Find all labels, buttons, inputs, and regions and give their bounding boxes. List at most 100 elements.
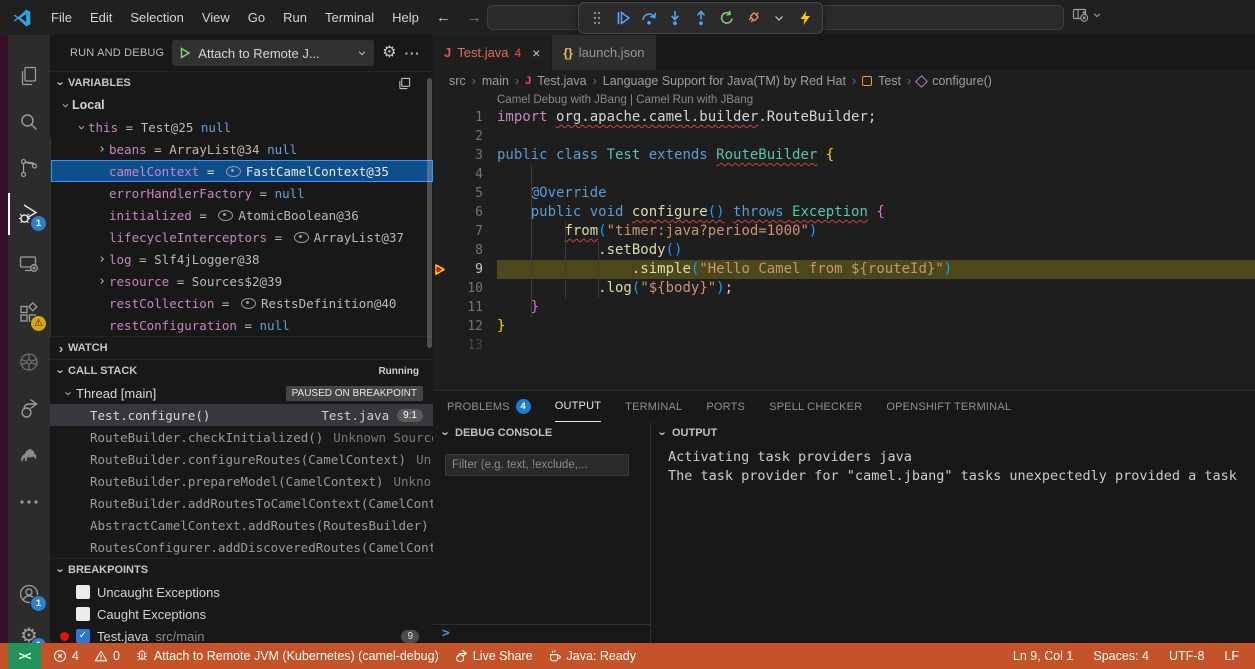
panel-tab-problems[interactable]: PROBLEMS4	[447, 392, 531, 422]
code-line[interactable]: 5 @Override	[433, 184, 1255, 203]
paused-breakpoint-icon[interactable]	[433, 260, 447, 279]
breakpoint-row[interactable]: ✓Test.javasrc/main9	[50, 625, 433, 643]
hot-code-replace-icon[interactable]	[792, 6, 817, 30]
variables-row[interactable]: Local	[50, 94, 433, 116]
variables-row[interactable]: log = Slf4jLogger@38	[50, 248, 433, 270]
breakpoints-section-header[interactable]: BREAKPOINTS	[50, 558, 433, 581]
code-line[interactable]: 7 from("timer:java?period=1000")	[433, 222, 1255, 241]
code-line[interactable]: 2	[433, 127, 1255, 146]
search-icon[interactable]	[8, 101, 50, 143]
variables-row[interactable]: beans = ArrayList@34 null	[50, 138, 433, 160]
statusbar-utf-8[interactable]: UTF-8	[1169, 649, 1204, 663]
panel-tab-output[interactable]: OUTPUT	[555, 391, 601, 422]
menu-item-view[interactable]: View	[193, 0, 239, 35]
lazy-eval-eye-icon[interactable]	[241, 298, 256, 309]
breadcrumb-item[interactable]: Test	[878, 74, 901, 88]
breadcrumb-item[interactable]: Language Support for Java(TM) by Red Hat	[603, 74, 846, 88]
kubernetes-icon[interactable]	[8, 341, 50, 383]
run-and-debug-icon[interactable]: 1	[8, 193, 50, 235]
code-line[interactable]: 12}	[433, 317, 1255, 336]
variables-row[interactable]: lifecycleInterceptors = ArrayList@37	[50, 226, 433, 248]
callstack-frame[interactable]: Test.configure()Test.java9:1	[50, 404, 433, 426]
menu-item-terminal[interactable]: Terminal	[316, 0, 383, 35]
breadcrumb-item[interactable]: src	[449, 74, 466, 88]
breadcrumb-item[interactable]: Test.java	[537, 74, 586, 88]
panel-tab-spell-checker[interactable]: SPELL CHECKER	[769, 392, 862, 422]
panel-tab-terminal[interactable]: TERMINAL	[625, 392, 682, 422]
lazy-eval-eye-icon[interactable]	[226, 166, 241, 177]
output-header[interactable]: OUTPUT	[650, 422, 1255, 444]
nav-forward-icon[interactable]: →	[459, 9, 490, 26]
debug-settings-gear-icon[interactable]: ⚙	[382, 43, 396, 63]
gripper-icon[interactable]	[584, 6, 609, 30]
code-line[interactable]: 1import org.apache.camel.builder.RouteBu…	[433, 108, 1255, 127]
code-line[interactable]: 4	[433, 165, 1255, 184]
callstack-frame[interactable]: RouteBuilder.prepareModel(CamelContext)U…	[50, 470, 433, 492]
variables-row[interactable]: resource = Sources$2@39	[50, 270, 433, 292]
explorer-icon[interactable]	[8, 55, 50, 97]
menu-item-help[interactable]: Help	[383, 0, 428, 35]
breadcrumb-item[interactable]: main	[482, 74, 509, 88]
panel-tab-openshift-terminal[interactable]: OPENSHIFT TERMINAL	[886, 392, 1011, 422]
statusbar-live-share[interactable]: Live Share	[454, 649, 533, 663]
chevron-down-icon[interactable]	[766, 6, 791, 30]
close-icon[interactable]: ×	[532, 45, 540, 61]
accounts-icon[interactable]: 1	[8, 573, 50, 615]
variables-row[interactable]: restConfiguration = null	[50, 314, 433, 336]
callstack-frame[interactable]: AbstractCamelContext.addRoutes(RoutesBui…	[50, 514, 433, 536]
menu-item-run[interactable]: Run	[274, 0, 316, 35]
codelens-links[interactable]: Camel Debug with JBang | Camel Run with …	[433, 92, 1255, 108]
customize-layout-button[interactable]	[1072, 7, 1102, 23]
variables-row[interactable]: errorHandlerFactory = null	[50, 182, 433, 204]
callstack-frame[interactable]: RouteBuilder.addRoutesToCamelContext(Cam…	[50, 492, 433, 514]
lazy-eval-eye-icon[interactable]	[294, 232, 309, 243]
code-line[interactable]: 9 .simple("Hello Camel from ${routeId}")	[433, 260, 1255, 279]
debug-console-header[interactable]: DEBUG CONSOLE	[433, 422, 650, 444]
debug-console-filter-input[interactable]	[445, 454, 629, 476]
remote-indicator[interactable]: ><	[8, 643, 41, 669]
callstack-frame[interactable]: RouteBuilder.checkInitialized()Unknown S…	[50, 426, 433, 448]
live-share-icon[interactable]	[8, 387, 50, 429]
code-line[interactable]: 13	[433, 336, 1255, 355]
variables-row[interactable]: restCollection = RestsDefinition@40	[50, 292, 433, 314]
debug-step-out-icon[interactable]	[688, 6, 713, 30]
variables-row[interactable]: this = Test@25 null	[50, 116, 433, 138]
breakpoint-row[interactable]: Uncaught Exceptions	[50, 581, 433, 603]
panel-tab-ports[interactable]: PORTS	[706, 392, 745, 422]
variables-section-header[interactable]: VARIABLES	[50, 71, 433, 94]
nav-back-icon[interactable]: ←	[428, 9, 459, 26]
callstack-frame[interactable]: RouteBuilder.configureRoutes(CamelContex…	[50, 448, 433, 470]
menu-item-file[interactable]: File	[42, 0, 81, 35]
breakpoint-checkbox[interactable]: ✓	[76, 629, 90, 643]
debug-console-prompt[interactable]: >	[433, 624, 650, 644]
debug-continue-icon[interactable]	[610, 6, 635, 30]
editor-tab-launch-json[interactable]: {}launch.json	[552, 35, 655, 70]
debug-step-into-icon[interactable]	[662, 6, 687, 30]
menu-item-selection[interactable]: Selection	[121, 0, 192, 35]
output-log[interactable]: Activating task providers javaThe task p…	[650, 444, 1255, 486]
menu-item-go[interactable]: Go	[239, 0, 274, 35]
statusbar-lf[interactable]: LF	[1224, 649, 1239, 663]
debug-restart-icon[interactable]	[714, 6, 739, 30]
code-line[interactable]: 3public class Test extends RouteBuilder …	[433, 146, 1255, 165]
camel-icon[interactable]	[8, 433, 50, 475]
statusbar-ln[interactable]: Ln 9, Col 1	[1013, 649, 1073, 663]
sidebar-scrollbar[interactable]	[427, 78, 432, 348]
watch-section-header[interactable]: WATCH	[50, 336, 433, 359]
editor-tab-test-java[interactable]: JTest.java4×	[433, 35, 551, 70]
thread-row[interactable]: Thread [main] PAUSED ON BREAKPOINT	[50, 382, 433, 404]
views-more-icon[interactable]: ···	[405, 46, 421, 61]
source-control-icon[interactable]	[8, 147, 50, 189]
code-line[interactable]: 8 .setBody()	[433, 241, 1255, 260]
open-panes-icon[interactable]	[398, 77, 411, 90]
statusbar-warning[interactable]: 0	[94, 649, 120, 663]
breakpoint-checkbox[interactable]	[76, 607, 90, 621]
code-view[interactable]: 1import org.apache.camel.builder.RouteBu…	[433, 108, 1255, 355]
statusbar-debug[interactable]: Attach to Remote JVM (Kubernetes) (camel…	[135, 649, 439, 663]
debug-disconnect-icon[interactable]	[740, 6, 765, 30]
extensions-icon[interactable]: ⚠	[8, 293, 50, 335]
callstack-frame[interactable]: RoutesConfigurer.addDiscoveredRoutes(Cam…	[50, 536, 433, 558]
statusbar-java[interactable]: Java: Ready	[548, 649, 636, 663]
code-line[interactable]: 11 }	[433, 298, 1255, 317]
variables-row[interactable]: initialized = AtomicBoolean@36	[50, 204, 433, 226]
